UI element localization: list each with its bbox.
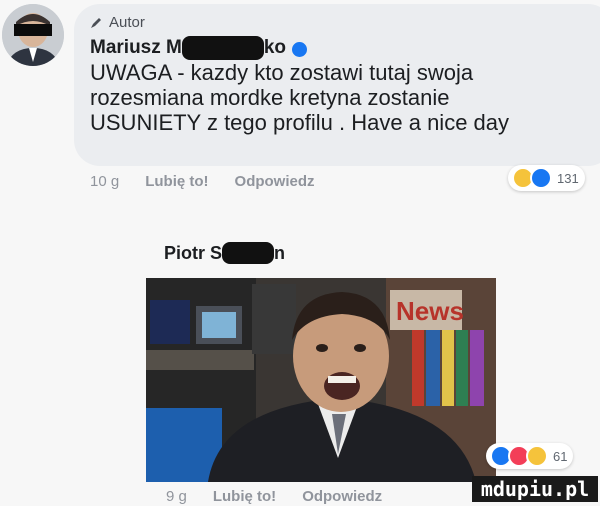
comment-line-3: USUNIETY z tego profilu . Have a nice da… (90, 110, 510, 135)
like-icon (530, 167, 552, 189)
reply-photo[interactable]: News (146, 278, 496, 482)
reply-like-button[interactable]: Lubię to! (213, 488, 276, 505)
comment-reaction-count: 131 (557, 170, 579, 186)
author-avatar[interactable] (2, 4, 64, 66)
comment-actions: 10 g Lubię to! Odpowiedz (90, 173, 315, 190)
news-sign-text: News (396, 296, 464, 326)
site-watermark: mdupiu.pl (472, 476, 598, 502)
reply-reactions[interactable]: 61 (486, 443, 574, 469)
author-badge-label: Autor (109, 14, 145, 31)
comment-reply-button[interactable]: Odpowiedz (235, 173, 315, 190)
haha-icon (526, 445, 548, 467)
comment-text: UWAGA - kazdy kto zostawi tutaj swoja ro… (90, 60, 590, 135)
reply-reply-button[interactable]: Odpowiedz (302, 488, 382, 505)
comment-time[interactable]: 10 g (90, 173, 119, 190)
author-pen-icon (91, 18, 101, 28)
reply-author-name[interactable]: Piotr S n (164, 242, 285, 264)
comment-author-name[interactable]: Mariusz M ko (90, 36, 308, 60)
comment-like-button[interactable]: Lubię to! (145, 173, 208, 190)
comment-line-1: UWAGA - kazdy kto zostawi tutaj swoja (90, 60, 474, 85)
reply-name-end: n (274, 242, 286, 263)
comment-reactions[interactable]: 131 (508, 165, 585, 191)
name-redaction (181, 36, 264, 60)
name-redaction (222, 242, 275, 264)
author-name-start: Mariusz M (90, 37, 182, 58)
reply-time[interactable]: 9 g (166, 488, 187, 505)
verified-badge-icon (292, 41, 308, 57)
reply-reaction-count: 61 (553, 448, 568, 464)
reply-name-start: Piotr S (164, 242, 223, 263)
author-name-end: ko (263, 37, 287, 58)
comment-line-2: rozesmiana mordke kretyna zostanie (90, 85, 450, 110)
author-badge: Autor (90, 14, 145, 31)
reply-actions: 9 g Lubię to! Odpowiedz (166, 488, 382, 505)
